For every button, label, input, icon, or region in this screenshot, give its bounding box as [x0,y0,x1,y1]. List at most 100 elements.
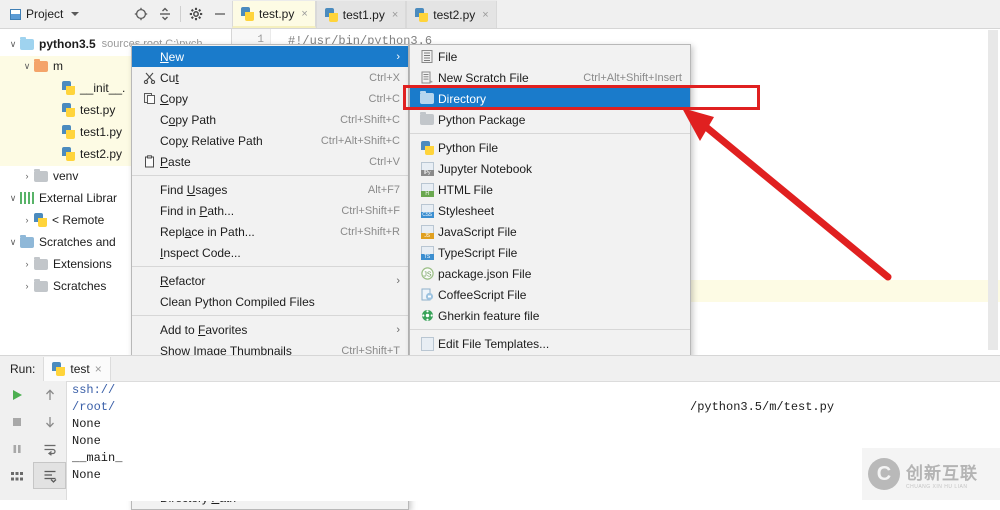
menu-item-label: Copy Relative Path [160,133,263,148]
project-panel-icon [10,8,21,20]
submenu-item-label: Stylesheet [438,203,495,218]
editor-tab-test1-py[interactable]: test1.py × [315,1,407,28]
library-icon [20,192,34,204]
submenu-item-edit-file-templates[interactable]: Edit File Templates... [410,333,690,354]
chevron-down-icon[interactable]: ∨ [6,39,20,50]
menu-separator [410,133,690,134]
toolbar-divider [180,6,181,22]
chevron-down-icon[interactable] [71,12,80,16]
submenu-item-html-file[interactable]: H HTML File [410,179,690,200]
close-icon[interactable]: × [95,362,102,376]
menu-separator [132,315,408,316]
wrap-icon[interactable] [33,435,66,462]
coffee-icon [416,288,438,301]
menu-item-copy[interactable]: Copy Ctrl+C [132,88,408,109]
minimize-icon[interactable] [208,1,232,27]
scissors-icon [138,71,160,84]
editor-tabs[interactable]: test.py × test1.py × test2.py × [232,0,497,28]
chevron-right-icon[interactable]: › [20,215,34,225]
watermark-pinyin: CHUANG XIN HU LIAN [906,483,968,490]
run-tab-test[interactable]: test × [43,356,111,381]
close-icon[interactable]: × [301,8,307,20]
chevron-right-icon[interactable]: › [20,259,34,269]
pause-icon[interactable] [0,435,33,462]
project-toolbar[interactable]: Project [0,0,232,28]
console-line: /root/ [72,400,116,414]
run-icon[interactable] [0,381,33,408]
scratches-icon [20,234,34,248]
scratch-file-icon [416,71,438,84]
chevron-down-icon[interactable]: ∨ [6,193,20,204]
project-button[interactable]: Project [0,1,85,27]
menu-icon-spacer [416,336,438,351]
file-icon [416,50,438,63]
run-label: Run: [10,361,36,376]
menu-item-refactor[interactable]: Refactor › [132,270,408,291]
menu-item-label: Replace in Path... [160,224,255,239]
submenu-item-typescript-file[interactable]: TS TypeScript File [410,242,690,263]
chevron-down-icon[interactable]: ∨ [20,61,34,72]
run-panel-header[interactable]: Run: test × [0,356,1000,382]
menu-item-label: Refactor [160,273,206,288]
menu-item-shortcut: Ctrl+C [368,92,400,105]
html-icon: H [420,182,434,197]
console-line: __main_ [72,451,123,465]
folder-blue-icon [20,36,34,50]
menu-item-inspect-code[interactable]: Inspect Code... [132,242,408,263]
chevron-right-icon[interactable]: › [20,171,34,181]
submenu-item-label: Jupyter Notebook [438,161,533,176]
package-icon [416,112,438,125]
editor-scrollbar[interactable] [988,30,998,350]
run-controls-column-2[interactable] [33,381,67,500]
up-icon[interactable] [33,381,66,408]
submenu-item-package-json-file[interactable]: JS package.json File [410,263,690,284]
menu-item-find-in-path[interactable]: Find in Path... Ctrl+Shift+F [132,200,408,221]
submenu-item-gherkin-feature-file[interactable]: Gherkin feature file [410,305,690,326]
submenu-item-python-file[interactable]: Python File [410,137,690,158]
menu-item-paste[interactable]: Paste Ctrl+V [132,151,408,172]
submenu-item-python-package[interactable]: Python Package [410,109,690,130]
menu-item-find-usages[interactable]: Find Usages Alt+F7 [132,179,408,200]
submenu-item-coffeescript-file[interactable]: CoffeeScript File [410,284,690,305]
gear-icon[interactable] [184,1,208,27]
svg-text:JS: JS [423,271,432,278]
console-line: None [72,417,101,431]
submenu-item-stylesheet[interactable]: CSS Stylesheet [410,200,690,221]
menu-item-clean-python-compiled-files[interactable]: Clean Python Compiled Files [132,291,408,312]
menu-separator [410,329,690,330]
submenu-item-javascript-file[interactable]: JS JavaScript File [410,221,690,242]
scroll-end-icon[interactable] [33,462,66,489]
tree-item-label: m [53,59,63,73]
folder-grey-icon [34,256,48,270]
run-controls-column-1[interactable] [0,381,34,500]
menu-item-shortcut: Ctrl+Shift+F [341,204,400,217]
stop-icon[interactable] [0,408,33,435]
down-icon[interactable] [33,408,66,435]
chevron-down-icon[interactable]: ∨ [6,237,20,248]
grid-icon[interactable] [0,462,33,492]
close-icon[interactable]: × [482,9,488,21]
chevron-right-icon[interactable]: › [20,281,34,291]
menu-item-replace-in-path[interactable]: Replace in Path... Ctrl+Shift+R [132,221,408,242]
submenu-item-label: Gherkin feature file [438,308,540,323]
chevron-right-icon: › [396,50,400,63]
tree-item-label: test.py [80,103,116,117]
menu-item-shortcut: Ctrl+X [369,71,400,84]
submenu-item-label: New Scratch File [438,70,529,85]
watermark-logo-icon: C [868,458,900,490]
run-tab-label: test [70,361,90,376]
menu-item-new[interactable]: New › [132,46,408,67]
menu-item-copy-relative-path[interactable]: Copy Relative Path Ctrl+Alt+Shift+C [132,130,408,151]
menu-item-cut[interactable]: Cut Ctrl+X [132,67,408,88]
run-console-output[interactable]: ssh:// /root/None None __main_ None/python3.… [66,381,1000,500]
editor-tab-test2-py[interactable]: test2.py × [406,1,497,28]
menu-item-add-to-favorites[interactable]: Add to Favorites › [132,319,408,340]
menu-item-copy-path[interactable]: Copy Path Ctrl+Shift+C [132,109,408,130]
tree-item-label: < Remote [52,213,105,227]
submenu-item-jupyter-notebook[interactable]: IPy Jupyter Notebook [410,158,690,179]
editor-tab-test-py[interactable]: test.py × [232,1,316,28]
collapse-all-icon[interactable] [153,1,177,27]
submenu-item-file[interactable]: File [410,46,690,67]
target-icon[interactable] [129,1,153,27]
close-icon[interactable]: × [392,9,398,21]
